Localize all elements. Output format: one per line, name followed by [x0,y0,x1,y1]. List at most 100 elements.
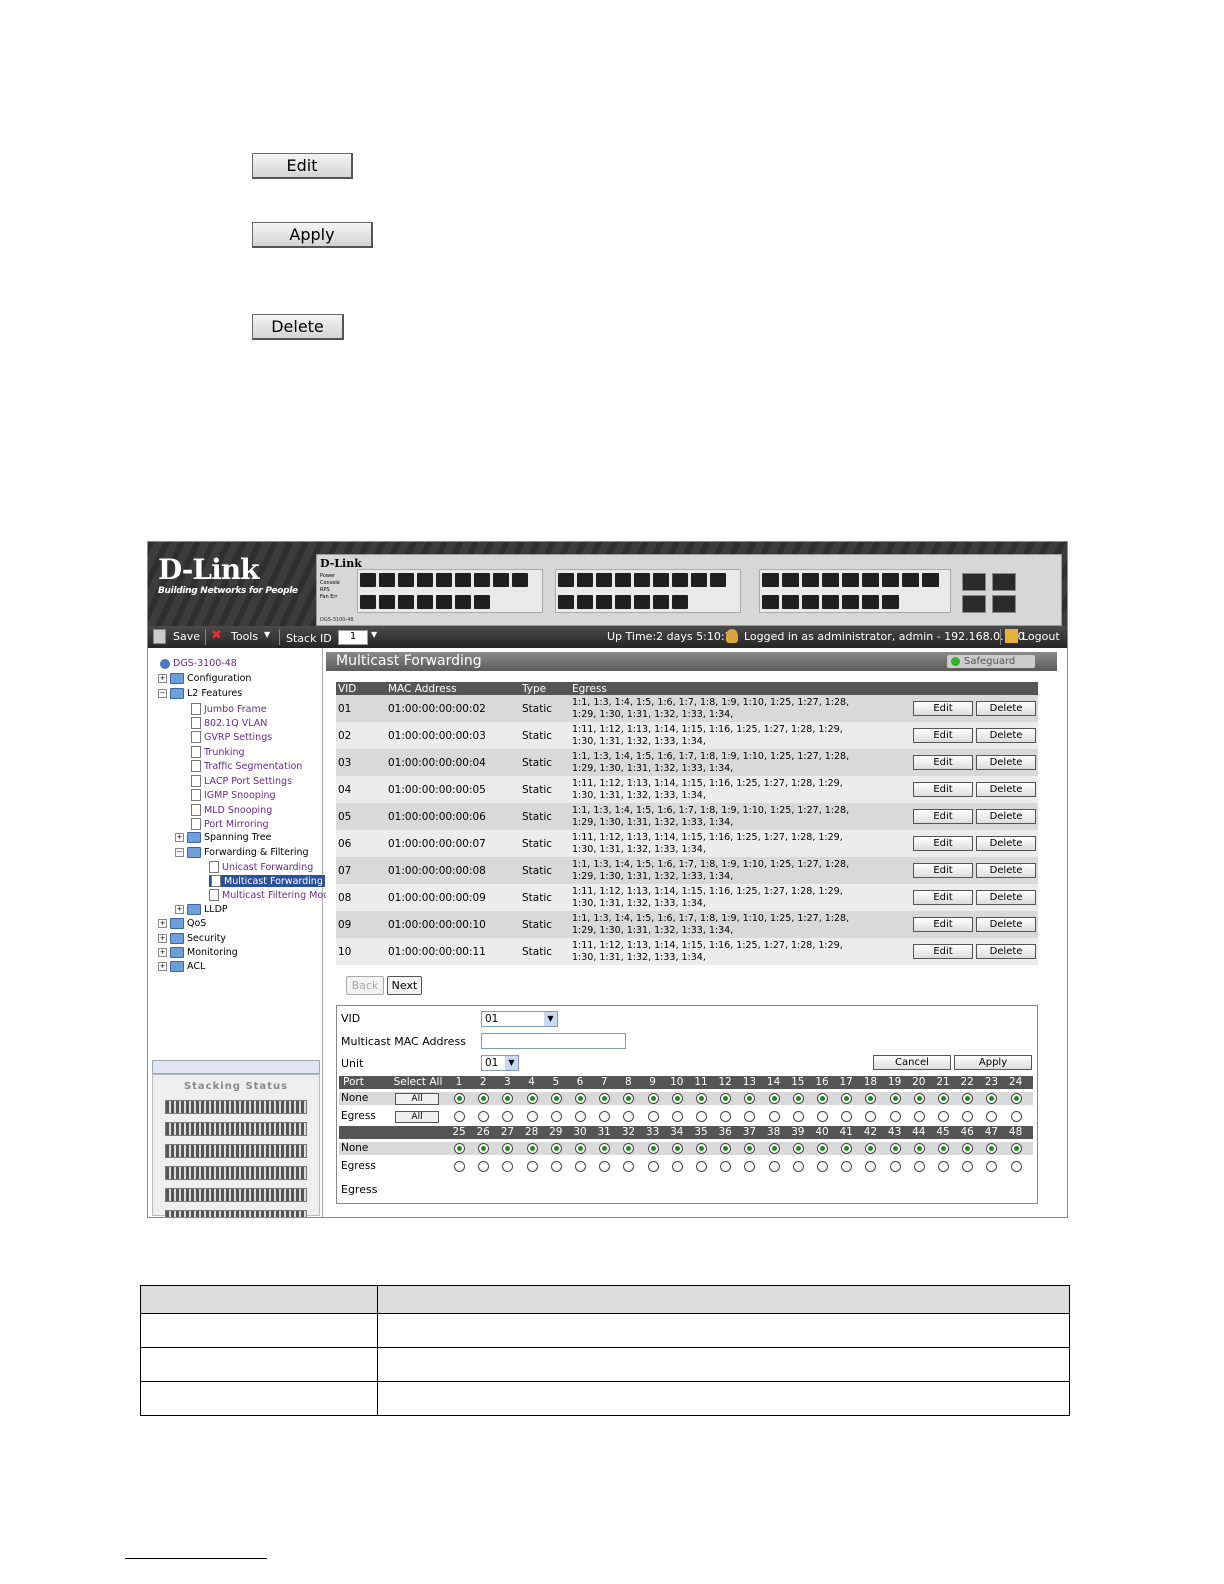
none-radio[interactable] [962,1093,974,1104]
none-radio[interactable] [792,1143,804,1154]
none-radio[interactable] [768,1143,780,1154]
delete-button[interactable]: Delete [976,836,1036,851]
egress-radio[interactable] [526,1111,538,1122]
tree-item[interactable]: GVRP Settings [191,731,272,743]
egress-radio[interactable] [575,1111,586,1122]
delete-button[interactable]: Delete [976,944,1036,959]
unit-select[interactable]: 01 ▼ [481,1055,519,1071]
egress-radio[interactable] [938,1161,949,1172]
egress-radio[interactable] [526,1161,538,1172]
doc-apply-button[interactable]: Apply [252,222,373,248]
stack-unit-image[interactable] [165,1144,307,1158]
none-radio[interactable] [647,1143,659,1154]
tree-item[interactable]: Port Mirroring [191,818,269,830]
egress-radio[interactable] [502,1111,514,1122]
doc-edit-button[interactable]: Edit [252,153,353,179]
none-radio[interactable] [550,1143,562,1154]
none-radio[interactable] [986,1143,998,1154]
next-button[interactable]: Next [387,976,422,995]
egress-radio[interactable] [550,1111,562,1122]
none-radio[interactable] [938,1143,949,1154]
tree-item[interactable]: LACP Port Settings [191,775,292,787]
save-button[interactable]: Save [173,630,200,643]
egress-radio[interactable] [841,1111,853,1122]
egress-radio[interactable] [550,1161,562,1172]
edit-button[interactable]: Edit [913,701,973,716]
none-radio[interactable] [478,1143,490,1154]
stack-unit-image[interactable] [165,1210,307,1217]
egress-radio[interactable] [671,1161,683,1172]
none-radio[interactable] [865,1143,877,1154]
none-radio[interactable] [986,1093,998,1104]
none-radio[interactable] [454,1093,465,1104]
none-radio[interactable] [889,1143,901,1154]
none-radio[interactable] [502,1143,514,1154]
edit-button[interactable]: Edit [913,782,973,797]
none-radio[interactable] [696,1143,707,1154]
expand-icon[interactable]: + [158,934,167,943]
none-radio[interactable] [623,1093,635,1104]
egress-radio[interactable] [986,1111,998,1122]
egress-radio[interactable] [962,1161,974,1172]
none-radio[interactable] [647,1093,659,1104]
egress-radio[interactable] [671,1111,683,1122]
chevron-down-icon[interactable]: ▼ [264,630,270,639]
egress-radio[interactable] [744,1161,756,1172]
save-icon[interactable] [153,629,166,644]
egress-radio[interactable] [502,1161,514,1172]
egress-radio[interactable] [478,1111,490,1122]
delete-button[interactable]: Delete [976,782,1036,797]
cancel-button[interactable]: Cancel [873,1055,951,1070]
tree-security[interactable]: + Security [158,933,226,944]
none-radio[interactable] [575,1143,586,1154]
none-radio[interactable] [671,1093,683,1104]
chevron-down-icon[interactable]: ▼ [544,1012,557,1026]
none-radio[interactable] [913,1093,925,1104]
tree-monitoring[interactable]: + Monitoring [158,947,238,958]
apply-button[interactable]: Apply [954,1055,1032,1070]
tree-spanning-tree[interactable]: + Spanning Tree [175,832,271,843]
egress-radio[interactable] [986,1161,998,1172]
egress-all-button[interactable]: All [395,1111,439,1123]
egress-radio[interactable] [768,1161,780,1172]
none-radio[interactable] [599,1143,611,1154]
none-radio[interactable] [865,1093,877,1104]
tree-qos[interactable]: + QoS [158,918,206,929]
egress-radio[interactable] [865,1161,877,1172]
stack-id-select[interactable]: 1 [338,630,368,645]
none-radio[interactable] [575,1093,586,1104]
egress-radio[interactable] [768,1111,780,1122]
back-button[interactable]: Back [346,976,384,995]
egress-radio[interactable] [647,1161,659,1172]
egress-radio[interactable] [817,1111,828,1122]
edit-button[interactable]: Edit [913,728,973,743]
tree-configuration[interactable]: + Configuration [158,673,251,684]
expand-icon[interactable]: + [158,674,167,683]
egress-radio[interactable] [454,1161,465,1172]
egress-radio[interactable] [865,1111,877,1122]
none-radio[interactable] [817,1143,828,1154]
egress-radio[interactable] [792,1161,804,1172]
egress-radio[interactable] [1010,1161,1022,1172]
egress-radio[interactable] [720,1161,732,1172]
doc-delete-button[interactable]: Delete [252,314,344,340]
none-radio[interactable] [792,1093,804,1104]
none-radio[interactable] [841,1143,853,1154]
collapse-icon[interactable]: − [175,848,184,857]
tree-item-multicast-filtering[interactable]: Multicast Filtering Mode [209,889,335,901]
tree-item[interactable]: Traffic Segmentation [191,760,302,772]
chevron-down-icon[interactable]: ▼ [505,1056,518,1070]
delete-button[interactable]: Delete [976,890,1036,905]
none-radio[interactable] [599,1093,611,1104]
egress-radio[interactable] [575,1161,586,1172]
none-radio[interactable] [841,1093,853,1104]
egress-radio[interactable] [817,1161,828,1172]
delete-button[interactable]: Delete [976,728,1036,743]
egress-radio[interactable] [792,1111,804,1122]
none-radio[interactable] [817,1093,828,1104]
expand-icon[interactable]: + [158,962,167,971]
expand-icon[interactable]: + [175,833,184,842]
expand-icon[interactable]: + [175,905,184,914]
tree-lldp[interactable]: + LLDP [175,904,228,915]
egress-radio[interactable] [889,1111,901,1122]
